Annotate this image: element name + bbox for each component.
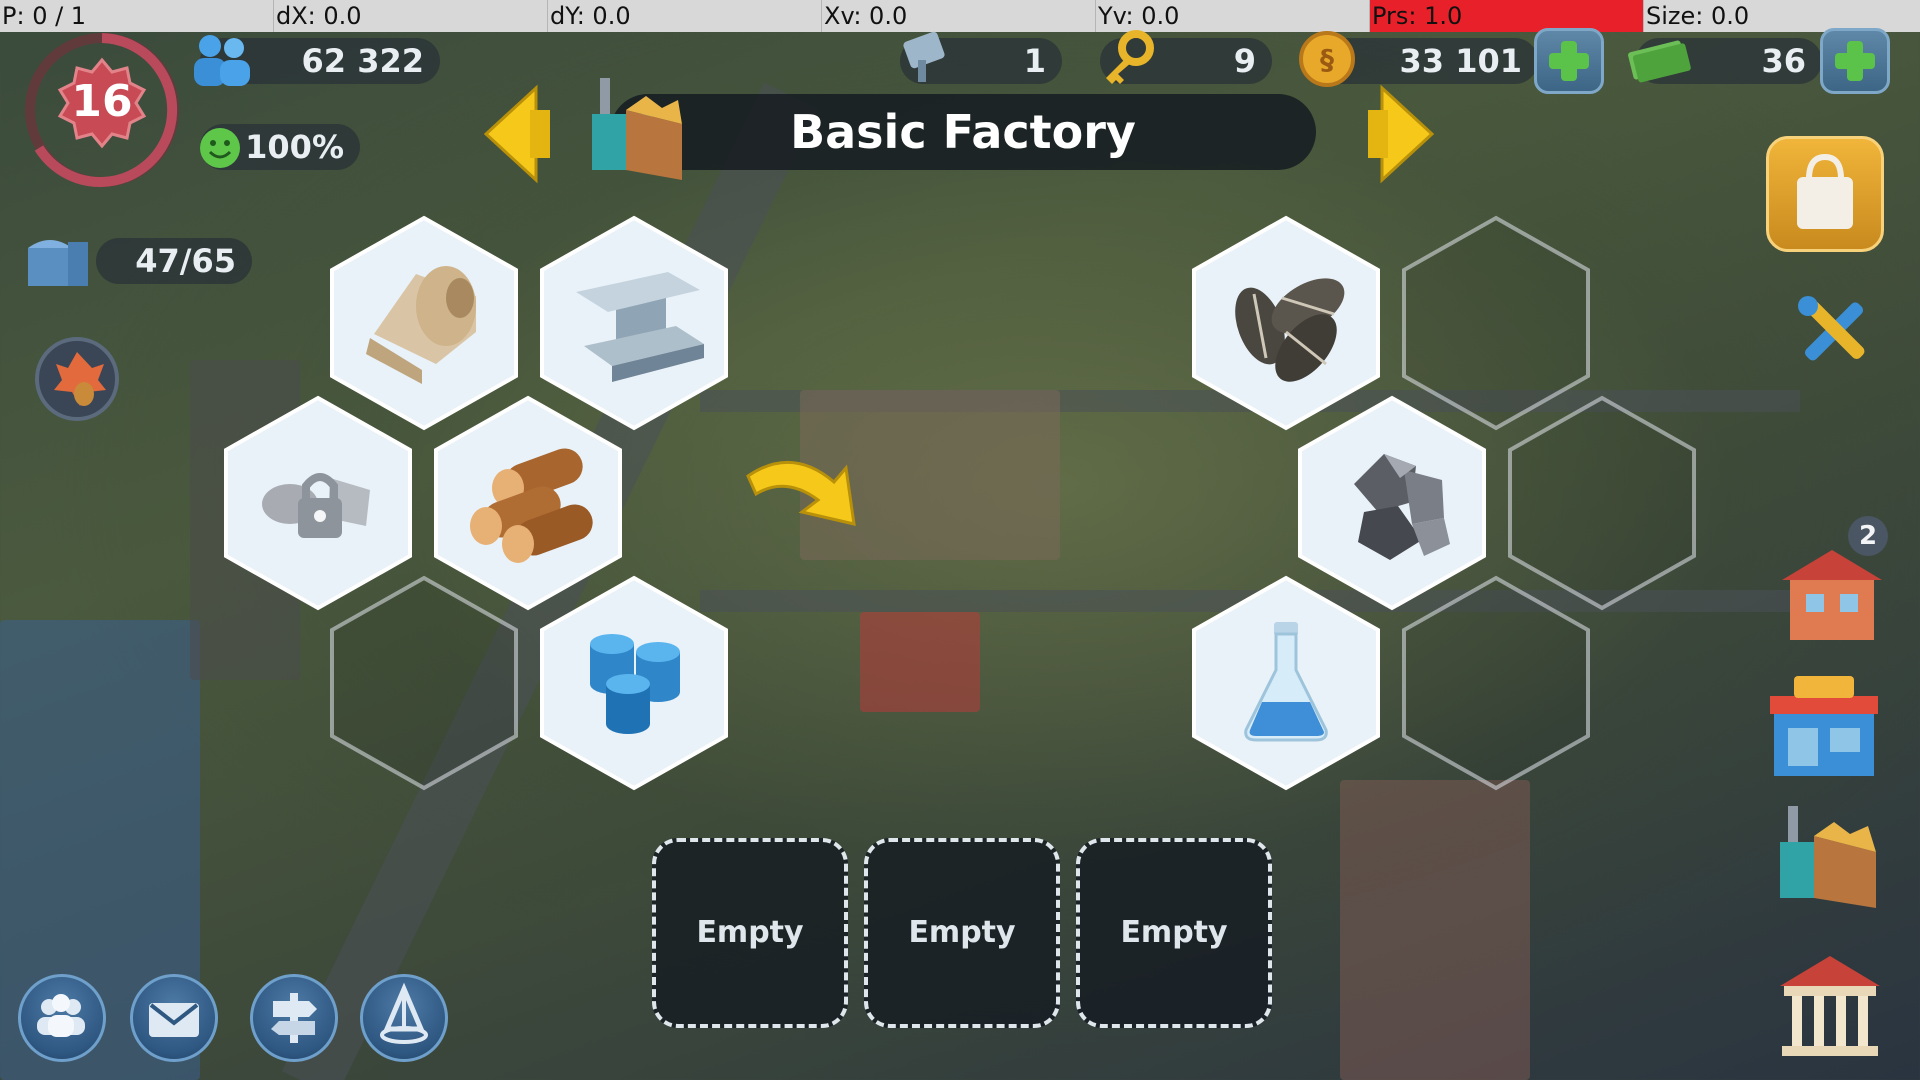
golden-key-icon	[1106, 30, 1154, 84]
chemical-flask-icon	[1244, 622, 1328, 742]
storage-building-icon	[28, 240, 88, 286]
shop-button[interactable]	[1766, 136, 1884, 252]
signpost-icon	[271, 993, 317, 1043]
residential-building-icon[interactable]	[1772, 540, 1892, 650]
keys-value: 9	[1233, 42, 1256, 80]
debug-dx: dX: 0.0	[274, 0, 548, 32]
factory-pointer-arrow-icon	[746, 460, 856, 526]
debug-bar: P: 0 / 1 dX: 0.0 dY: 0.0 Xv: 0.0 Yv: 0.0…	[0, 0, 1920, 32]
debug-xv: Xv: 0.0	[822, 0, 1096, 32]
war-token-icon	[903, 31, 945, 82]
next-building-arrow-icon[interactable]	[1360, 84, 1440, 184]
add-simoleons-button[interactable]	[1534, 28, 1604, 94]
population-icon	[194, 35, 250, 86]
svg-text:§: §	[1320, 43, 1334, 76]
store-building-icon[interactable]	[1760, 666, 1890, 786]
simcash-value: 36	[1761, 42, 1806, 80]
travel-button[interactable]	[250, 974, 338, 1062]
debug-pressure: Prs: 1.0	[1370, 0, 1644, 32]
shopping-bag-icon	[1797, 153, 1853, 229]
plus-icon	[1835, 41, 1875, 81]
level-number: 16	[71, 76, 133, 127]
city-hall-building-icon[interactable]	[1770, 950, 1890, 1060]
production-slot-1[interactable]: Empty	[652, 838, 848, 1028]
storage-value: 47/65	[135, 242, 236, 280]
tools-wrench-icon[interactable]	[1788, 288, 1880, 372]
production-slot-3[interactable]: Empty	[1076, 838, 1272, 1028]
residents-button[interactable]	[18, 974, 106, 1062]
hex-empty-left	[326, 574, 522, 792]
basic-factory-icon	[592, 78, 682, 180]
production-slot-2[interactable]: Empty	[864, 838, 1060, 1028]
background-building-b	[860, 612, 980, 712]
debug-pointer: P: 0 / 1	[0, 0, 274, 32]
plastic-cylinders-icon	[590, 634, 680, 734]
building-title: Basic Factory	[790, 105, 1136, 159]
add-simcash-button[interactable]	[1820, 28, 1890, 94]
simoleons-value: 33 101	[1399, 42, 1522, 80]
plus-icon	[1549, 41, 1589, 81]
smiley-icon	[200, 128, 240, 168]
simcash-bills-icon	[1628, 40, 1691, 83]
debug-dy: dY: 0.0	[548, 0, 822, 32]
background-building-e	[1340, 780, 1530, 1080]
autumn-event-icon[interactable]	[32, 334, 122, 424]
storage-pill[interactable]: 47/65	[96, 238, 252, 284]
factory-building-icon[interactable]	[1768, 796, 1888, 912]
hex-empty-right-bottom	[1398, 574, 1594, 792]
population-value: 62 322	[301, 42, 424, 80]
previous-building-arrow-icon[interactable]	[478, 84, 558, 184]
mail-button[interactable]	[130, 974, 218, 1062]
design-button[interactable]	[360, 974, 448, 1062]
landmark-icon	[380, 982, 428, 1044]
war-tokens-value: 1	[1023, 42, 1046, 80]
level-badge[interactable]: 16	[22, 30, 182, 190]
happiness-value: 100%	[245, 128, 344, 166]
hex-item-chemicals[interactable]	[1188, 574, 1384, 792]
simoleon-coin-icon: §	[1299, 31, 1355, 87]
people-icon	[37, 994, 85, 1037]
mail-icon	[149, 1003, 199, 1037]
hex-item-plastic[interactable]	[536, 574, 732, 792]
